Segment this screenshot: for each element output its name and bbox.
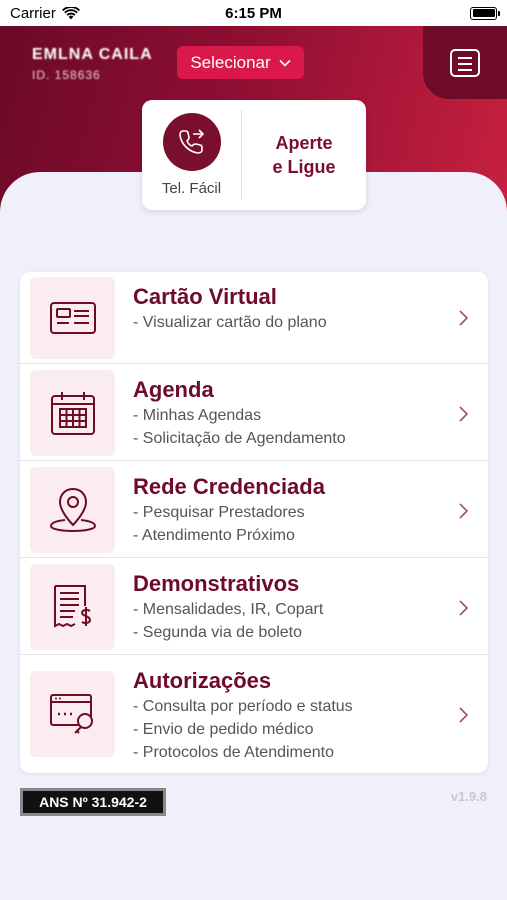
services-menu: Cartão Virtual - Visualizar cartão do pl… — [20, 272, 488, 773]
menu-item-rede-credenciada[interactable]: Rede Credenciada - Pesquisar Prestadores… — [20, 461, 488, 558]
aperte-line2: e Ligue — [272, 157, 336, 177]
menu-item-title: Cartão Virtual — [133, 284, 277, 309]
map-pin-icon — [30, 467, 115, 553]
tel-facil-button[interactable]: Tel. Fácil — [142, 110, 242, 200]
select-beneficiary-button[interactable]: Selecionar — [177, 46, 304, 79]
authorization-icon — [30, 671, 115, 757]
menu-item-title: Demonstrativos — [133, 571, 300, 596]
quick-access-card: Tel. Fácil Aperte e Ligue — [142, 100, 366, 210]
chevron-right-icon — [459, 310, 468, 326]
invoice-icon — [30, 564, 115, 650]
menu-item-line: - Mensalidades, IR, Copart — [133, 601, 324, 618]
ans-registration-badge: ANS Nº 31.942-2 — [20, 788, 166, 816]
menu-item-agenda[interactable]: Agenda - Minhas Agendas - Solicitação de… — [20, 364, 488, 461]
aperte-line1: Aperte — [275, 133, 333, 153]
chevron-down-icon — [279, 59, 291, 67]
menu-item-line: - Visualizar cartão do plano — [133, 314, 327, 331]
menu-item-line: - Envio de pedido médico — [133, 721, 314, 738]
menu-item-line: - Atendimento Próximo — [133, 527, 295, 544]
chevron-right-icon — [459, 600, 468, 616]
aperte-ligue-button[interactable]: Aperte e Ligue — [242, 100, 366, 210]
chevron-right-icon — [459, 406, 468, 422]
carrier-label: Carrier — [10, 4, 56, 22]
chevron-right-icon — [459, 707, 468, 723]
menu-item-line: - Pesquisar Prestadores — [133, 504, 305, 521]
chevron-right-icon — [459, 503, 468, 519]
id-card-icon — [30, 277, 115, 359]
app-version: v1.9.8 — [450, 789, 487, 804]
tel-facil-label: Tel. Fácil — [161, 180, 222, 197]
phone-forward-icon — [162, 113, 221, 171]
user-card-number: ID. 158636 — [32, 68, 101, 82]
menu-item-cartao-virtual[interactable]: Cartão Virtual - Visualizar cartão do pl… — [20, 272, 488, 364]
select-label: Selecionar — [190, 52, 271, 72]
menu-item-line: - Minhas Agendas — [133, 407, 262, 424]
menu-item-line: - Segunda via de boleto — [133, 624, 303, 641]
menu-item-title: Autorizações — [133, 668, 272, 693]
wifi-icon — [61, 6, 80, 19]
menu-item-autorizacoes[interactable]: Autorizações - Consulta por período e st… — [20, 655, 488, 773]
status-bar: Carrier 6:15 PM — [0, 0, 507, 26]
menu-item-title: Agenda — [133, 377, 214, 402]
menu-item-title: Rede Credenciada — [133, 474, 325, 499]
battery-icon — [470, 6, 500, 20]
menu-button[interactable] — [423, 26, 507, 99]
user-name: EMLNA CAILA — [32, 46, 153, 63]
hamburger-icon — [450, 48, 480, 77]
status-left: Carrier — [10, 5, 80, 22]
menu-item-line: - Consulta por período e status — [133, 698, 353, 715]
menu-item-line: - Protocolos de Atendimento — [133, 744, 335, 761]
menu-item-demonstrativos[interactable]: Demonstrativos - Mensalidades, IR, Copar… — [20, 558, 488, 655]
menu-item-line: - Solicitação de Agendamento — [133, 430, 346, 447]
calendar-icon — [30, 370, 115, 456]
